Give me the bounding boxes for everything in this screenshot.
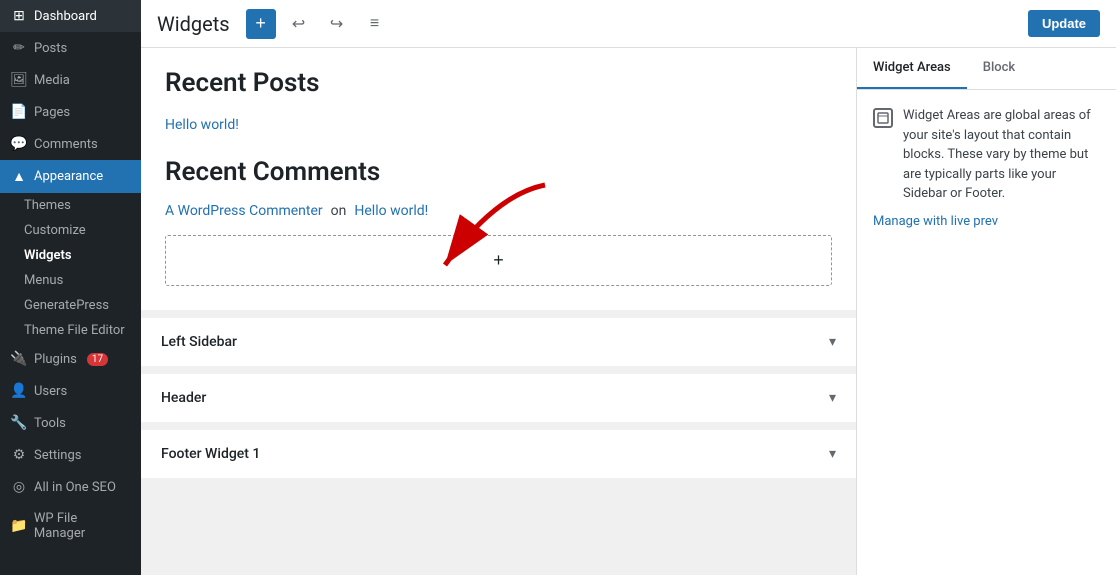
content-area: Recent Posts Hello world! Recent Comment… — [141, 48, 1116, 575]
sidebar-item-posts[interactable]: ✏ Posts — [0, 32, 141, 64]
footer-widget-1-chevron: ▾ — [829, 446, 836, 462]
update-button[interactable]: Update — [1028, 10, 1100, 37]
panel-info: Widget Areas are global areas of your si… — [873, 106, 1100, 204]
redo-icon: ↪ — [330, 14, 343, 34]
users-icon: 👤 — [10, 383, 28, 399]
header-section[interactable]: Header ▾ — [141, 374, 856, 422]
recent-comments-list: A WordPress Commenter on Hello world! — [165, 203, 832, 219]
tab-widget-areas[interactable]: Widget Areas — [857, 48, 967, 89]
manage-live-preview-link[interactable]: Manage with live prev — [873, 214, 1100, 229]
dashboard-icon: ⊞ — [10, 8, 28, 24]
posts-icon: ✏ — [10, 40, 28, 56]
panel-tabs: Widget Areas Block — [857, 48, 1116, 90]
undo-icon: ↩ — [292, 14, 305, 34]
sidebar-sub-widgets[interactable]: Widgets — [0, 243, 141, 268]
sidebar-item-dashboard[interactable]: ⊞ Dashboard — [0, 0, 141, 32]
pages-icon: 📄 — [10, 104, 28, 120]
right-panel: Widget Areas Block Widget Areas are glob… — [856, 48, 1116, 575]
appearance-icon: ▲ — [10, 168, 28, 185]
footer-widget-1-section[interactable]: Footer Widget 1 ▾ — [141, 430, 856, 478]
sidebar-sub-customize[interactable]: Customize — [0, 218, 141, 243]
sidebar-sub-menus[interactable]: Menus — [0, 268, 141, 293]
header-label: Header — [161, 390, 206, 406]
panel-content: Widget Areas are global areas of your si… — [857, 90, 1116, 575]
sidebar-item-pages[interactable]: 📄 Pages — [0, 96, 141, 128]
header-chevron: ▾ — [829, 390, 836, 406]
main-area: Widgets + ↩ ↪ ≡ Update Recent Posts Hell… — [141, 0, 1116, 575]
add-block-inline-button[interactable]: + — [165, 235, 832, 286]
topbar: Widgets + ↩ ↪ ≡ Update — [141, 0, 1116, 48]
sidebar: ⊞ Dashboard ✏ Posts 🖼 Media 📄 Pages 💬 Co… — [0, 0, 141, 575]
sidebar-sub-theme-file-editor[interactable]: Theme File Editor — [0, 318, 141, 343]
sidebar-sub-generatepress[interactable]: GeneratePress — [0, 293, 141, 318]
commenter-link[interactable]: A WordPress Commenter — [165, 203, 323, 219]
sidebar-item-settings[interactable]: ⚙ Settings — [0, 439, 141, 471]
sidebar-sub-themes[interactable]: Themes — [0, 193, 141, 218]
sidebar-item-comments[interactable]: 💬 Comments — [0, 128, 141, 160]
left-sidebar-section[interactable]: Left Sidebar ▾ — [141, 318, 856, 366]
undo-button[interactable]: ↩ — [284, 9, 314, 39]
page-title: Widgets — [157, 12, 230, 36]
sidebar-item-plugins[interactable]: 🔌 Plugins 17 — [0, 343, 141, 375]
media-icon: 🖼 — [10, 72, 28, 88]
left-sidebar-chevron: ▾ — [829, 334, 836, 350]
list-view-icon: ≡ — [370, 15, 379, 33]
plugins-badge: 17 — [87, 353, 108, 366]
sidebar-item-media[interactable]: 🖼 Media — [0, 64, 141, 96]
footer-widget-1-label: Footer Widget 1 — [161, 446, 260, 462]
left-sidebar-label: Left Sidebar — [161, 334, 237, 350]
redo-button[interactable]: ↪ — [322, 9, 352, 39]
on-text: on — [331, 203, 347, 219]
sidebar-item-tools[interactable]: 🔧 Tools — [0, 407, 141, 439]
widget-content: Recent Posts Hello world! Recent Comment… — [141, 48, 856, 310]
hello-world-link-1[interactable]: Hello world! — [165, 117, 239, 133]
file-manager-icon: 📁 — [10, 518, 28, 534]
sidebar-item-appearance[interactable]: ▲ Appearance — [0, 160, 141, 193]
arrow-annotation-container: + — [165, 235, 832, 286]
sidebar-item-users[interactable]: 👤 Users — [0, 375, 141, 407]
tools-icon: 🔧 — [10, 415, 28, 431]
settings-icon: ⚙ — [10, 447, 28, 463]
editor[interactable]: Recent Posts Hello world! Recent Comment… — [141, 48, 856, 575]
widget-area-icon — [873, 108, 893, 128]
tab-block[interactable]: Block — [967, 48, 1031, 89]
list-view-button[interactable]: ≡ — [360, 9, 390, 39]
seo-icon: ◎ — [10, 479, 28, 495]
comments-icon: 💬 — [10, 136, 28, 152]
add-block-button[interactable]: + — [246, 9, 276, 39]
recent-posts-title: Recent Posts — [165, 68, 832, 98]
plugins-icon: 🔌 — [10, 351, 28, 367]
sidebar-item-wp-file-manager[interactable]: 📁 WP File Manager — [0, 503, 141, 549]
recent-comments-title: Recent Comments — [165, 157, 832, 187]
recent-posts-list: Hello world! — [165, 114, 832, 133]
hello-world-link-2[interactable]: Hello world! — [354, 203, 428, 219]
sidebar-item-all-in-one-seo[interactable]: ◎ All in One SEO — [0, 471, 141, 503]
plus-icon: + — [493, 250, 504, 271]
